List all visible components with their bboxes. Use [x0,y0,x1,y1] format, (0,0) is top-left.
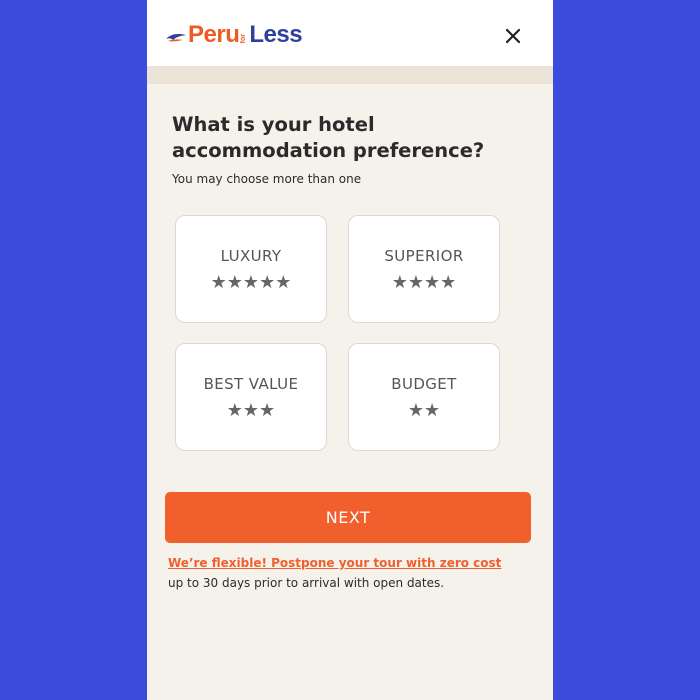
star-rating-icon: ★★★★★ [210,272,292,293]
option-label: LUXURY [220,247,282,265]
bird-logo-icon [166,34,186,42]
progress-strip [147,66,553,84]
header: Peru for Less [147,0,553,66]
option-label: SUPERIOR [384,247,464,265]
option-label: BUDGET [391,375,457,393]
close-icon [505,28,521,44]
logo-text-for: for [240,33,248,43]
star-rating-icon: ★★★ [226,400,276,421]
option-label: BEST VALUE [203,375,299,393]
peruforless-logo[interactable]: Peru for Less [165,20,303,50]
logo-text-peru: Peru [188,21,240,48]
option-card-best-value[interactable]: BEST VALUE ★★★ [175,343,327,451]
logo-text-less: Less [249,21,303,48]
option-card-budget[interactable]: BUDGET ★★ [348,343,500,451]
quiz-panel: Peru for Less What is your hotel accommo… [147,0,553,700]
star-rating-icon: ★★ [407,400,441,421]
star-rating-icon: ★★★★ [391,272,457,293]
flexible-policy-link[interactable]: We’re flexible! Postpone your tour with … [168,556,501,570]
close-button[interactable] [501,24,525,48]
question-hint: You may choose more than one [172,172,362,186]
next-button[interactable]: NEXT [165,492,531,543]
flexible-policy-text: up to 30 days prior to arrival with open… [168,576,445,590]
option-card-superior[interactable]: SUPERIOR ★★★★ [348,215,500,323]
option-card-luxury[interactable]: LUXURY ★★★★★ [175,215,327,323]
question-title: What is your hotel accommodation prefere… [172,113,485,162]
